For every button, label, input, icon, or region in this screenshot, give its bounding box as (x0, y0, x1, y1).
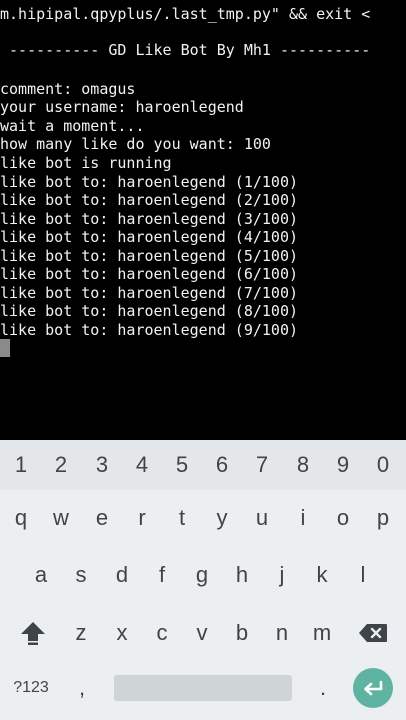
space-bar[interactable] (114, 675, 292, 701)
comma-key[interactable]: , (64, 668, 100, 708)
period-key[interactable]: . (305, 668, 341, 708)
backspace-key[interactable] (351, 612, 395, 654)
terminal-line: like bot to: haroenlegend (1/100) (0, 173, 299, 191)
key-9[interactable]: 9 (323, 445, 363, 485)
key-p[interactable]: p (363, 498, 403, 538)
key-v[interactable]: v (182, 612, 222, 654)
key-k[interactable]: k (302, 555, 342, 595)
key-6[interactable]: 6 (202, 445, 242, 485)
key-r[interactable]: r (122, 498, 162, 538)
terminal-line: ---------- GD Like Bot By Mh1 ---------- (0, 41, 371, 59)
terminal-line: comment: omagus (0, 80, 136, 98)
key-0[interactable]: 0 (363, 445, 403, 485)
key-1[interactable]: 1 (1, 445, 41, 485)
key-h[interactable]: h (222, 555, 262, 595)
key-f[interactable]: f (142, 555, 182, 595)
symbols-key[interactable]: ?123 (6, 668, 56, 708)
terminal-line: how many like do you want: 100 (0, 135, 271, 153)
terminal-line: like bot to: haroenlegend (2/100) (0, 191, 299, 209)
key-8[interactable]: 8 (283, 445, 323, 485)
number-row: 1 2 3 4 5 6 7 8 9 0 (0, 440, 406, 490)
key-o[interactable]: o (323, 498, 363, 538)
key-i[interactable]: i (283, 498, 323, 538)
key-m[interactable]: m (302, 612, 342, 654)
terminal-line: like bot to: haroenlegend (8/100) (0, 302, 299, 320)
terminal-line: like bot is running (0, 154, 172, 172)
key-g[interactable]: g (182, 555, 222, 595)
terminal-line: like bot to: haroenlegend (5/100) (0, 247, 299, 265)
key-q[interactable]: q (1, 498, 41, 538)
key-z[interactable]: z (61, 612, 101, 654)
key-3[interactable]: 3 (82, 445, 122, 485)
key-y[interactable]: y (202, 498, 242, 538)
key-c[interactable]: c (142, 612, 182, 654)
terminal-output[interactable]: m.hipipal.qpyplus/.last_tmp.py" && exit … (0, 0, 406, 440)
terminal-line: like bot to: haroenlegend (3/100) (0, 210, 299, 228)
terminal-line: m.hipipal.qpyplus/.last_tmp.py" && exit … (0, 5, 371, 23)
key-e[interactable]: e (82, 498, 122, 538)
key-7[interactable]: 7 (242, 445, 282, 485)
key-2[interactable]: 2 (41, 445, 81, 485)
key-s[interactable]: s (61, 555, 101, 595)
shift-key[interactable] (12, 612, 54, 654)
terminal-line: like bot to: haroenlegend (7/100) (0, 284, 299, 302)
backspace-icon (359, 624, 387, 642)
enter-key[interactable] (353, 668, 393, 708)
key-5[interactable]: 5 (162, 445, 202, 485)
enter-icon (364, 680, 383, 696)
key-d[interactable]: d (102, 555, 142, 595)
key-4[interactable]: 4 (122, 445, 162, 485)
key-n[interactable]: n (262, 612, 302, 654)
terminal-line: wait a moment... (0, 117, 145, 135)
terminal-line: like bot to: haroenlegend (4/100) (0, 228, 299, 246)
soft-keyboard: 1 2 3 4 5 6 7 8 9 0 q w e r t y u i o p … (0, 440, 406, 720)
key-b[interactable]: b (222, 612, 262, 654)
key-l[interactable]: l (343, 555, 383, 595)
key-j[interactable]: j (262, 555, 302, 595)
terminal-line: like bot to: haroenlegend (6/100) (0, 265, 299, 283)
text-cursor (0, 339, 10, 357)
key-w[interactable]: w (41, 498, 81, 538)
shift-icon (21, 622, 45, 645)
terminal-line: like bot to: haroenlegend (9/100) (0, 321, 299, 339)
key-t[interactable]: t (162, 498, 202, 538)
key-a[interactable]: a (21, 555, 61, 595)
key-u[interactable]: u (242, 498, 282, 538)
key-x[interactable]: x (102, 612, 142, 654)
terminal-line: your username: haroenlegend (0, 98, 244, 116)
